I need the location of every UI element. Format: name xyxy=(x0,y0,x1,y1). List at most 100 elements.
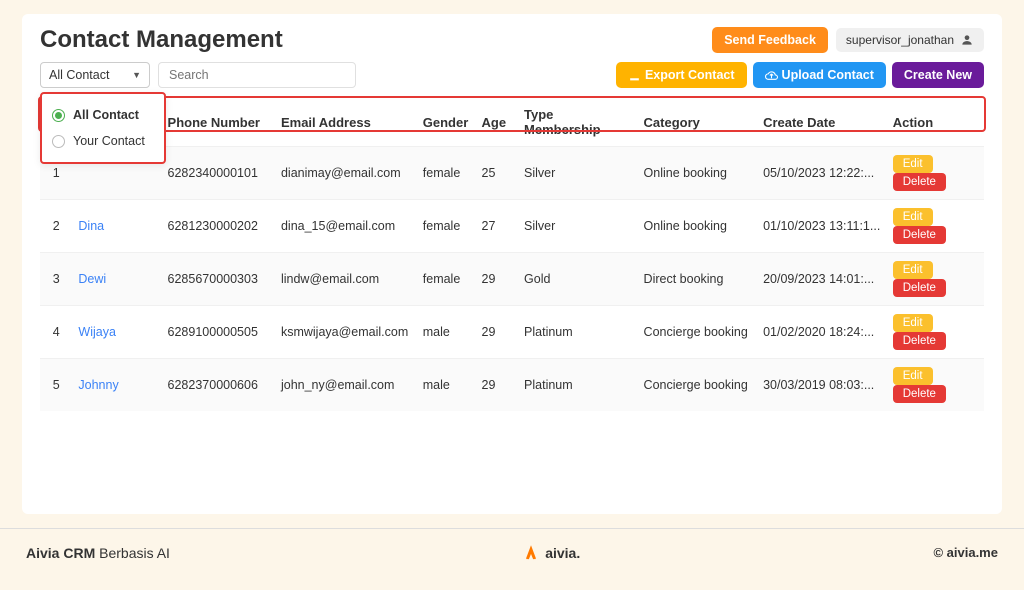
cell-category: Concierge booking xyxy=(638,359,758,412)
edit-button[interactable]: Edit xyxy=(893,314,933,332)
chevron-down-icon: ▼ xyxy=(132,70,141,80)
delete-button[interactable]: Delete xyxy=(893,173,946,191)
aivia-logo-icon xyxy=(523,545,539,561)
cell-phone: 6289100000505 xyxy=(162,306,275,359)
dropdown-label: Your Contact xyxy=(73,134,145,148)
radio-selected-icon xyxy=(52,109,65,122)
cell-age: 29 xyxy=(476,253,519,306)
cell-type: Silver xyxy=(518,147,638,200)
create-new-button[interactable]: Create New xyxy=(892,62,984,88)
table-row: 3Dewi6285670000303lindw@email.comfemale2… xyxy=(40,253,984,306)
footer-copyright: © aivia.me xyxy=(933,545,998,560)
cell-date: 01/10/2023 13:11:1... xyxy=(757,200,887,253)
cell-no: 3 xyxy=(40,253,72,306)
edit-button[interactable]: Edit xyxy=(893,367,933,385)
cell-name[interactable]: Dewi xyxy=(72,253,161,306)
cell-category: Online booking xyxy=(638,147,758,200)
cell-category: Concierge booking xyxy=(638,306,758,359)
cell-email: ksmwijaya@email.com xyxy=(275,306,417,359)
cell-gender: female xyxy=(417,200,476,253)
export-contact-button[interactable]: Export Contact xyxy=(616,62,747,88)
cell-no: 5 xyxy=(40,359,72,412)
edit-button[interactable]: Edit xyxy=(893,208,933,226)
footer-brand-rest: Berbasis AI xyxy=(95,545,170,561)
cell-age: 29 xyxy=(476,306,519,359)
export-label: Export Contact xyxy=(645,68,735,82)
cell-email: john_ny@email.com xyxy=(275,359,417,412)
table-row: 16282340000101dianimay@email.comfemale25… xyxy=(40,147,984,200)
cell-gender: female xyxy=(417,147,476,200)
delete-button[interactable]: Delete xyxy=(893,279,946,297)
contact-filter-dropdown: All Contact Your Contact xyxy=(40,92,166,164)
cell-phone: 6281230000202 xyxy=(162,200,275,253)
col-date[interactable]: Create Date xyxy=(757,98,887,147)
cell-type: Platinum xyxy=(518,359,638,412)
filter-right: Export Contact Upload Contact Create New xyxy=(616,62,984,88)
col-gender[interactable]: Gender xyxy=(417,98,476,147)
col-type[interactable]: Type Membership xyxy=(518,98,638,147)
select-label: All Contact xyxy=(49,68,109,82)
filter-row: All Contact ▼ All Contact Your Contact E… xyxy=(40,62,984,88)
cell-action: EditDelete xyxy=(887,147,984,200)
cell-category: Online booking xyxy=(638,200,758,253)
cell-name[interactable]: Wijaya xyxy=(72,306,161,359)
col-category[interactable]: Category xyxy=(638,98,758,147)
table-row: 4Wijaya6289100000505ksmwijaya@email.comm… xyxy=(40,306,984,359)
cell-type: Silver xyxy=(518,200,638,253)
edit-button[interactable]: Edit xyxy=(893,261,933,279)
delete-button[interactable]: Delete xyxy=(893,385,946,403)
cell-category: Direct booking xyxy=(638,253,758,306)
cell-email: dina_15@email.com xyxy=(275,200,417,253)
col-phone[interactable]: Phone Number xyxy=(162,98,275,147)
dropdown-item-your-contact[interactable]: Your Contact xyxy=(48,128,158,154)
send-feedback-button[interactable]: Send Feedback xyxy=(712,27,828,53)
cell-no: 4 xyxy=(40,306,72,359)
cell-date: 01/02/2020 18:24:... xyxy=(757,306,887,359)
cell-action: EditDelete xyxy=(887,306,984,359)
filter-left: All Contact ▼ All Contact Your Contact xyxy=(40,62,356,88)
cell-name[interactable]: Johnny xyxy=(72,359,161,412)
cloud-upload-icon xyxy=(765,69,778,82)
cell-gender: male xyxy=(417,359,476,412)
upload-contact-button[interactable]: Upload Contact xyxy=(753,62,886,88)
cell-age: 25 xyxy=(476,147,519,200)
cell-date: 05/10/2023 12:22:... xyxy=(757,147,887,200)
cell-date: 30/03/2019 08:03:... xyxy=(757,359,887,412)
table-header: No Name Phone Number Email Address Gende… xyxy=(40,98,984,147)
footer-brand-strong: Aivia CRM xyxy=(26,545,95,561)
page-title: Contact Management xyxy=(40,26,283,54)
cell-age: 29 xyxy=(476,359,519,412)
col-action[interactable]: Action xyxy=(887,98,984,147)
cell-type: Gold xyxy=(518,253,638,306)
user-name: supervisor_jonathan xyxy=(846,33,954,47)
col-email[interactable]: Email Address xyxy=(275,98,417,147)
cell-name[interactable]: Dina xyxy=(72,200,161,253)
cell-phone: 6285670000303 xyxy=(162,253,275,306)
main-card: Contact Management Send Feedback supervi… xyxy=(22,14,1002,514)
footer-logo: aivia. xyxy=(523,545,580,561)
cell-phone: 6282370000606 xyxy=(162,359,275,412)
cell-action: EditDelete xyxy=(887,200,984,253)
footer: Aivia CRM Berbasis AI aivia. © aivia.me xyxy=(0,528,1024,576)
delete-button[interactable]: Delete xyxy=(893,332,946,350)
cell-action: EditDelete xyxy=(887,253,984,306)
dropdown-item-all-contact[interactable]: All Contact xyxy=(48,102,158,128)
cell-email: lindw@email.com xyxy=(275,253,417,306)
upload-label: Upload Contact xyxy=(782,68,874,82)
table-container: No Name Phone Number Email Address Gende… xyxy=(40,98,984,411)
col-age[interactable]: Age xyxy=(476,98,519,147)
contact-filter-select[interactable]: All Contact ▼ xyxy=(40,62,150,88)
user-chip[interactable]: supervisor_jonathan xyxy=(836,28,984,52)
cell-gender: male xyxy=(417,306,476,359)
header-row: Contact Management Send Feedback supervi… xyxy=(40,26,984,54)
radio-icon xyxy=(52,135,65,148)
edit-button[interactable]: Edit xyxy=(893,155,933,173)
search-input[interactable] xyxy=(158,62,356,88)
cell-action: EditDelete xyxy=(887,359,984,412)
download-icon xyxy=(628,69,641,82)
delete-button[interactable]: Delete xyxy=(893,226,946,244)
table-row: 5Johnny6282370000606john_ny@email.commal… xyxy=(40,359,984,412)
table-row: 2Dina6281230000202dina_15@email.comfemal… xyxy=(40,200,984,253)
table-body: 16282340000101dianimay@email.comfemale25… xyxy=(40,147,984,412)
contacts-table: No Name Phone Number Email Address Gende… xyxy=(40,98,984,411)
